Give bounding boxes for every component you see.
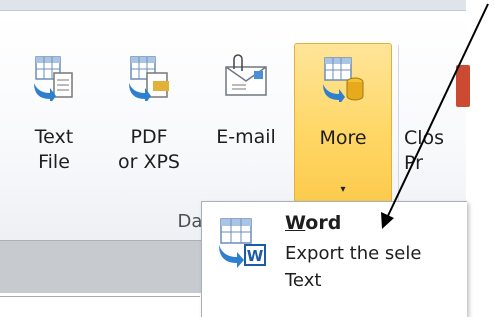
chevron-down-icon: ▾ xyxy=(340,184,346,195)
more-label: More xyxy=(319,127,367,149)
word-export-icon: W xyxy=(219,218,266,268)
text-file-label: Text File xyxy=(34,126,74,173)
close-print-preview-icon xyxy=(456,65,470,107)
email-button[interactable]: E-mail xyxy=(200,11,292,197)
menu-item-word-description: Export the sele Text xyxy=(285,243,422,291)
svg-text:W: W xyxy=(247,247,264,265)
table-export-pdf-icon xyxy=(129,56,169,101)
title-strip xyxy=(0,0,466,10)
menu-item-word[interactable]: W Word Export the sele Text xyxy=(202,202,467,317)
close-print-preview-button[interactable]: Clos Pr xyxy=(404,126,474,176)
pdf-xps-button[interactable]: PDF or XPS xyxy=(104,11,194,197)
menu-item-word-title: Word xyxy=(285,212,341,234)
email-label: E-mail xyxy=(216,126,276,148)
text-file-button[interactable]: Text File xyxy=(14,11,94,197)
table-export-more-icon xyxy=(323,57,364,102)
access-key: W xyxy=(285,212,306,234)
more-dropdown-menu: W Word Export the sele Text xyxy=(201,201,467,317)
pdf-xps-label: PDF or XPS xyxy=(117,126,180,173)
more-button[interactable]: More ▾ xyxy=(294,43,392,207)
table-export-text-icon xyxy=(34,56,73,101)
title-rest: ord xyxy=(305,212,342,234)
email-envelope-icon xyxy=(225,54,267,96)
divider xyxy=(0,296,200,297)
